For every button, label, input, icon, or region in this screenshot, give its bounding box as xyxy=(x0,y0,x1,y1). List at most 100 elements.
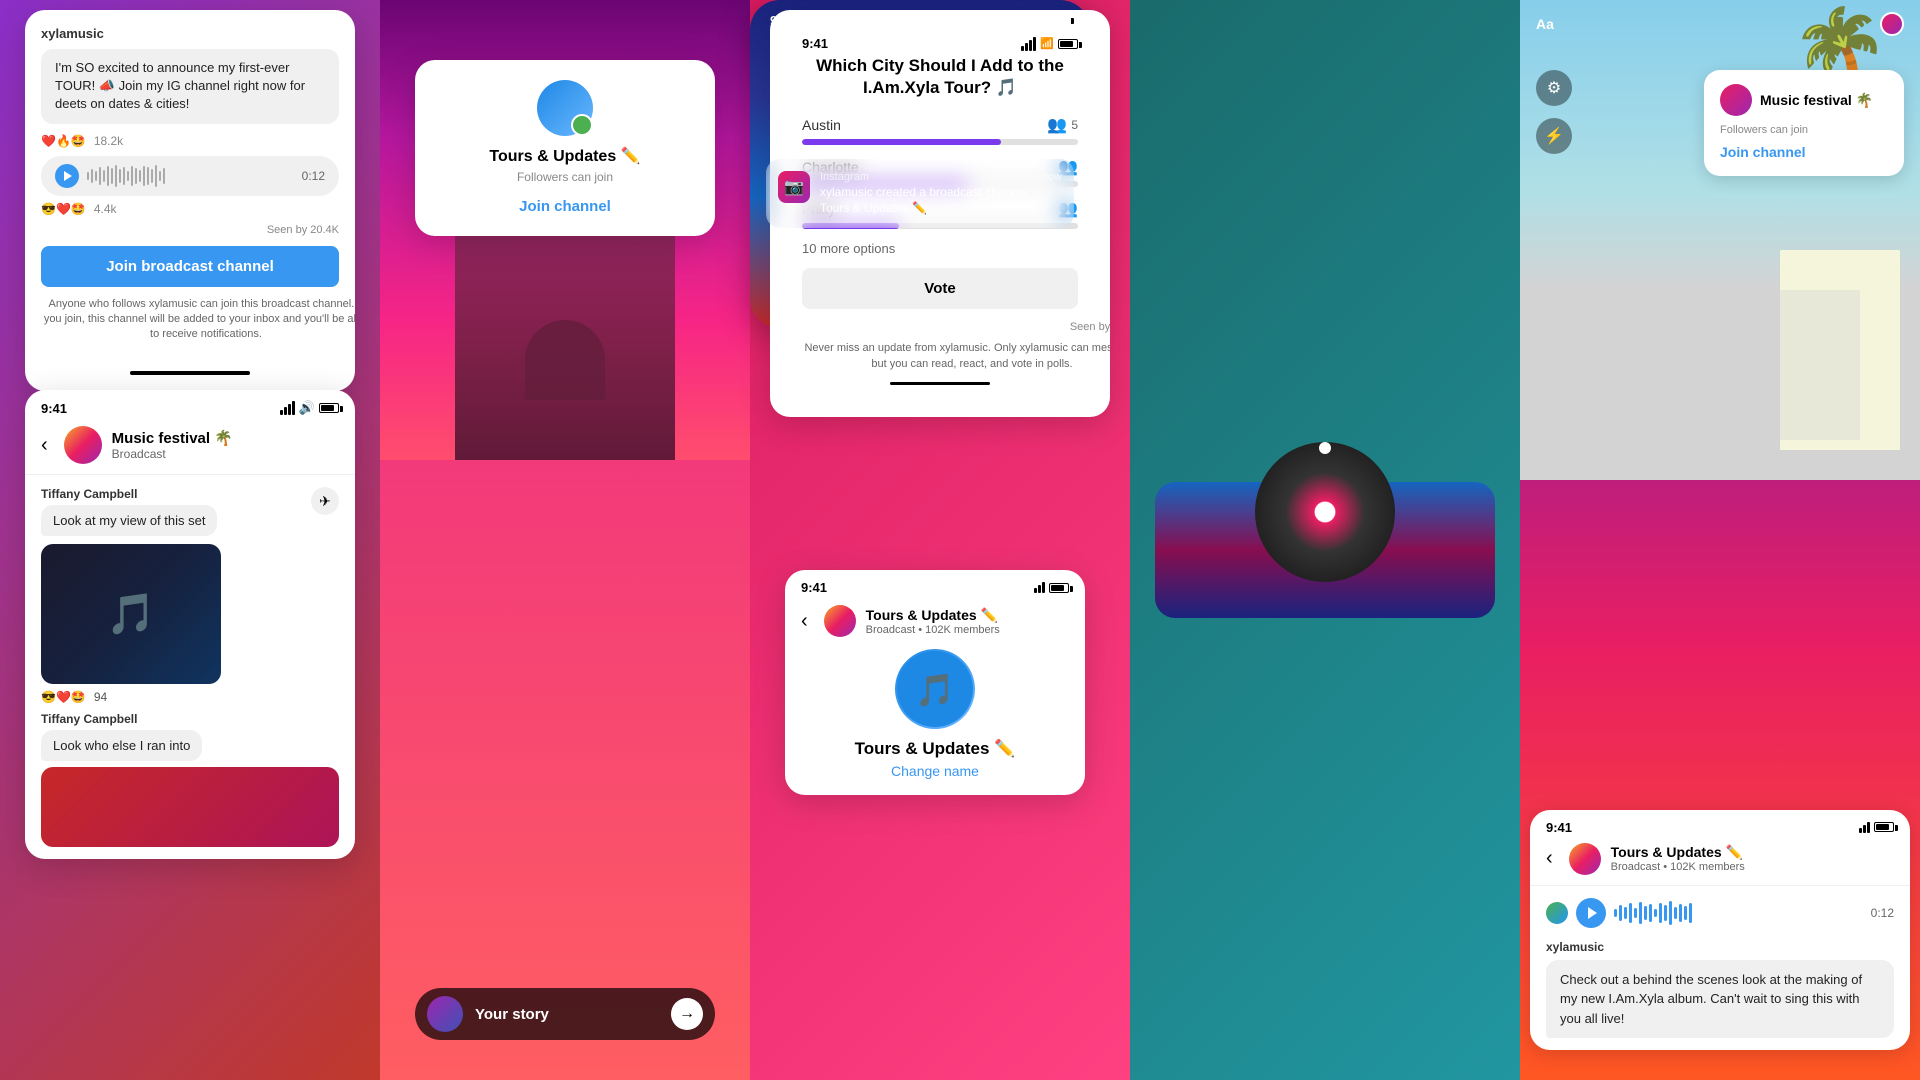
join-channel-button-3[interactable]: Join channel xyxy=(519,198,611,215)
status-time-poll: 9:41 xyxy=(802,36,828,51)
reaction-emojis-3: 😎❤️🤩 xyxy=(41,690,86,704)
channel-name-6: Tours & Updates ✏️ xyxy=(1611,844,1745,861)
signal-5 xyxy=(1034,582,1045,593)
overlay-channel-avatar xyxy=(1720,84,1752,116)
reaction-count: 18.2k xyxy=(94,134,123,148)
reactions: 😎❤️🤩 94 xyxy=(41,690,339,704)
message-bubble: I'm SO excited to announce my first-ever… xyxy=(41,49,339,124)
status-time-2: 9:41 xyxy=(41,401,67,416)
change-name-button[interactable]: Change name xyxy=(891,763,979,779)
status-bar-poll: 9:41 📶 xyxy=(786,26,1094,55)
channel-body: Tiffany Campbell Look at my view of this… xyxy=(25,475,355,859)
battery-poll xyxy=(1058,39,1078,49)
wifi-poll: 📶 xyxy=(1040,37,1054,50)
lockscreen-notification: 📷 Instagram now xylamusic created a broa… xyxy=(766,159,1074,228)
vinyl-record-2 xyxy=(1255,442,1395,582)
sender-name: Tiffany Campbell xyxy=(41,487,339,501)
ran-into-photo xyxy=(41,767,339,847)
reaction2-count: 4.4k xyxy=(94,202,117,216)
reaction-emojis: ❤️🔥🤩 xyxy=(41,134,86,148)
broadcast-members-5: Broadcast • 102K members xyxy=(866,624,1000,636)
send-icon[interactable]: ✈ xyxy=(311,487,339,515)
channel-name: Music festival 🌴 xyxy=(112,429,233,447)
audio-player[interactable]: 0:12 xyxy=(1546,898,1894,928)
back-arrow-icon[interactable]: ‹ xyxy=(41,434,48,457)
camera-status-icons xyxy=(1880,12,1904,36)
join-broadcast-button[interactable]: Join broadcast channel xyxy=(41,246,339,287)
channel-avatar-5 xyxy=(824,605,856,637)
camera-status-bar: Aa xyxy=(1520,0,1920,48)
audio-waveform-6 xyxy=(1614,899,1863,927)
reaction-count-3: 94 xyxy=(94,690,107,704)
status-bar-6: 9:41 xyxy=(1530,810,1910,839)
camera-controls-left: ⚙ ⚡ xyxy=(1536,70,1572,154)
disclaimer-text: Anyone who follows xylamusic can join th… xyxy=(41,297,355,343)
overlay-user-row: Music festival 🌴 xyxy=(1720,84,1888,116)
channel-header-6: ‹ Tours & Updates ✏️ Broadcast • 102K me… xyxy=(1530,839,1910,886)
lockscreen-vinyl-area xyxy=(1155,482,1495,618)
music-festival-card: 9:41 🔊 ‹ Music festival 🌴 Broadcast xyxy=(25,390,355,859)
status-icons: 🔊 xyxy=(280,400,339,416)
wifi-icon: 🔊 xyxy=(299,400,315,416)
overlay-channel-info: Music festival 🌴 xyxy=(1760,92,1873,109)
austin-count: 👥 5 xyxy=(1047,115,1078,135)
reaction-row: ❤️🔥🤩 18.2k xyxy=(41,134,339,148)
audio-duration-6: 0:12 xyxy=(1871,906,1894,920)
austin-bar-fill xyxy=(802,139,1001,145)
signal-bars-poll xyxy=(1021,37,1036,51)
more-options: 10 more options xyxy=(802,241,1078,256)
reaction2-emojis: 😎❤️🤩 xyxy=(41,202,86,216)
home-indicator xyxy=(130,371,250,375)
section-orange-bg: 🌴 Aa Music festival 🌴 Fo xyxy=(1520,0,1920,1080)
signal-bars xyxy=(280,401,295,415)
teal-content xyxy=(1130,0,1520,1080)
camera-settings-icon[interactable]: ⚙ xyxy=(1536,70,1572,106)
camera-flash-icon[interactable]: ⚡ xyxy=(1536,118,1572,154)
channel-header: ‹ Music festival 🌴 Broadcast xyxy=(25,420,355,475)
lockscreen-battery xyxy=(1050,15,1070,25)
home-bar-poll xyxy=(890,382,990,385)
message-bubble-6: Check out a behind the scenes look at th… xyxy=(1546,960,1894,1039)
instagram-notif-icon: 📷 xyxy=(778,171,810,203)
vote-button[interactable]: Vote xyxy=(802,268,1078,309)
channel-large-avatar-5 xyxy=(895,649,975,729)
sender-avatar-6 xyxy=(1546,902,1568,924)
poll-option-austin: Austin 👥 5 xyxy=(802,115,1078,145)
status-icons-5 xyxy=(1034,582,1069,593)
message-text-1: Look at my view of this set xyxy=(41,505,217,536)
message-text-2: Look who else I ran into xyxy=(41,730,202,761)
overlay-join-button[interactable]: Join channel xyxy=(1720,144,1806,160)
username-label: xylamusic xyxy=(41,26,355,41)
channel-info-5: Tours & Updates ✏️ Broadcast • 102K memb… xyxy=(866,607,1000,636)
seen-count: Seen by 23.8K xyxy=(802,321,1110,333)
status-icons-poll: 📶 xyxy=(1021,37,1078,51)
back-arrow-6[interactable]: ‹ xyxy=(1546,847,1553,870)
channel-avatar xyxy=(64,426,102,464)
austin-avatars: 👥 xyxy=(1047,115,1067,135)
audio-play-btn[interactable] xyxy=(1576,898,1606,928)
tours-join-overlay-card: Tours & Updates ✏️ Followers can join Jo… xyxy=(415,60,715,236)
status-time-5: 9:41 xyxy=(801,580,827,595)
section-teal-bg xyxy=(1130,0,1520,1080)
channel-body-5: Tours & Updates ✏️ Change name xyxy=(785,649,1085,795)
seen-by: Seen by 20.4K xyxy=(41,224,339,236)
play-button[interactable] xyxy=(55,164,79,188)
battery-5 xyxy=(1049,583,1069,593)
audio-card-body: 0:12 xylamusic Check out a behind the sc… xyxy=(1530,886,1910,1051)
austin-label: Austin xyxy=(802,117,841,133)
story-arrow-icon[interactable]: → xyxy=(671,998,703,1030)
your-story-bar[interactable]: Your story → xyxy=(415,988,715,1040)
channel-info-6: Tours & Updates ✏️ Broadcast • 102K memb… xyxy=(1611,844,1745,873)
signal-6 xyxy=(1859,822,1870,833)
back-arrow-5[interactable]: ‹ xyxy=(801,610,808,633)
channel-title-3: Tours & Updates ✏️ xyxy=(435,146,695,166)
audio-duration: 0:12 xyxy=(302,169,325,183)
audio-message[interactable]: 0:12 xyxy=(41,156,339,196)
followers-can-join: Followers can join xyxy=(435,170,695,184)
waveform xyxy=(87,165,294,187)
austin-bar-track xyxy=(802,139,1078,145)
battery-6 xyxy=(1874,822,1894,832)
tours-audio-card: 9:41 ‹ Tours & Updates ✏️ Broadcast • 10… xyxy=(1530,810,1910,1051)
broadcast-members-6: Broadcast • 102K members xyxy=(1611,861,1745,873)
status-bar-5: 9:41 xyxy=(785,570,1085,599)
